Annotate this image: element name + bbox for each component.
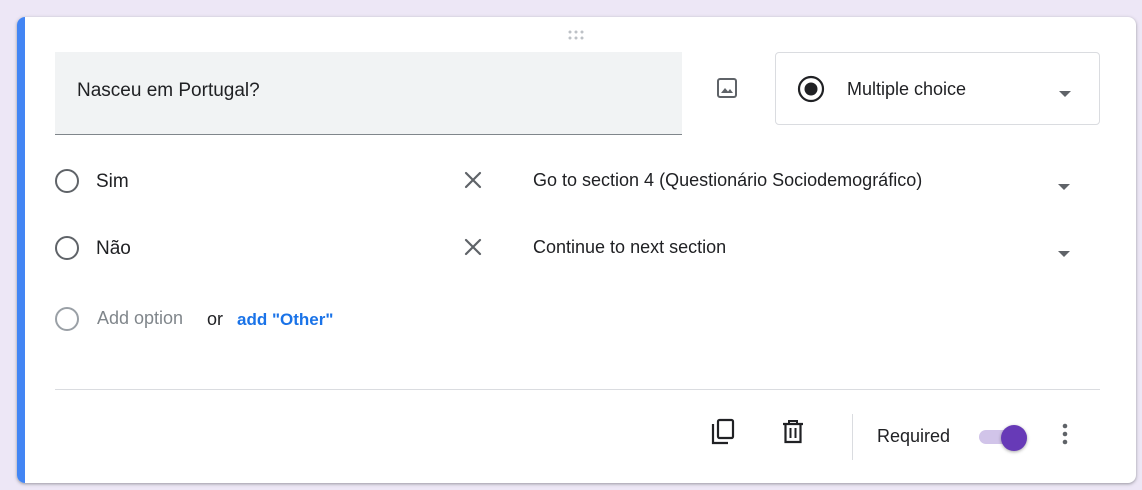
more-options-button[interactable]	[1055, 422, 1075, 450]
duplicate-button[interactable]	[710, 418, 736, 451]
required-label: Required	[877, 426, 951, 446]
option-label[interactable]: Não	[96, 238, 131, 260]
close-icon	[463, 170, 483, 195]
remove-option-button[interactable]	[461, 170, 485, 194]
add-other-link[interactable]: add "Other"	[237, 310, 333, 330]
toggle-thumb	[1001, 425, 1027, 451]
close-icon	[463, 237, 483, 262]
question-card: Multiple choice Sim Go to section 4 (Que…	[17, 17, 1136, 483]
option-label[interactable]: Sim	[96, 171, 129, 193]
question-type-dropdown[interactable]: Multiple choice	[775, 52, 1100, 125]
add-image-button[interactable]	[713, 76, 741, 104]
duplicate-icon	[710, 418, 736, 451]
remove-option-button[interactable]	[461, 237, 485, 261]
active-accent-bar	[17, 17, 25, 483]
option-row-nao: Não Continue to next section	[55, 229, 1115, 269]
add-option-or-text: or	[207, 309, 224, 329]
delete-button[interactable]	[780, 419, 806, 450]
section-navigation-select[interactable]: Go to section 4 (Questionário Sociodemog…	[533, 170, 922, 191]
delete-icon	[781, 419, 805, 450]
question-type-label: Multiple choice	[847, 79, 967, 99]
section-navigation-select[interactable]: Continue to next section	[533, 237, 726, 258]
question-title-field[interactable]	[55, 52, 682, 135]
question-title-input[interactable]	[77, 76, 657, 106]
add-option-input[interactable]: Add option	[97, 308, 183, 329]
image-icon	[716, 77, 738, 104]
option-radio	[55, 236, 79, 260]
radio-checked-icon	[796, 74, 826, 109]
add-option-radio	[55, 307, 79, 331]
dropdown-arrow-icon[interactable]	[1057, 178, 1071, 196]
dropdown-arrow-icon	[1058, 85, 1072, 103]
option-row-sim: Sim Go to section 4 (Questionário Sociod…	[55, 162, 1115, 202]
footer-vertical-divider	[852, 414, 853, 460]
option-radio	[55, 169, 79, 193]
required-toggle[interactable]	[977, 423, 1031, 451]
footer-divider	[55, 389, 1100, 390]
drag-handle-icon[interactable]	[566, 29, 590, 41]
dropdown-arrow-icon[interactable]	[1057, 245, 1071, 263]
more-vert-icon	[1062, 422, 1068, 451]
